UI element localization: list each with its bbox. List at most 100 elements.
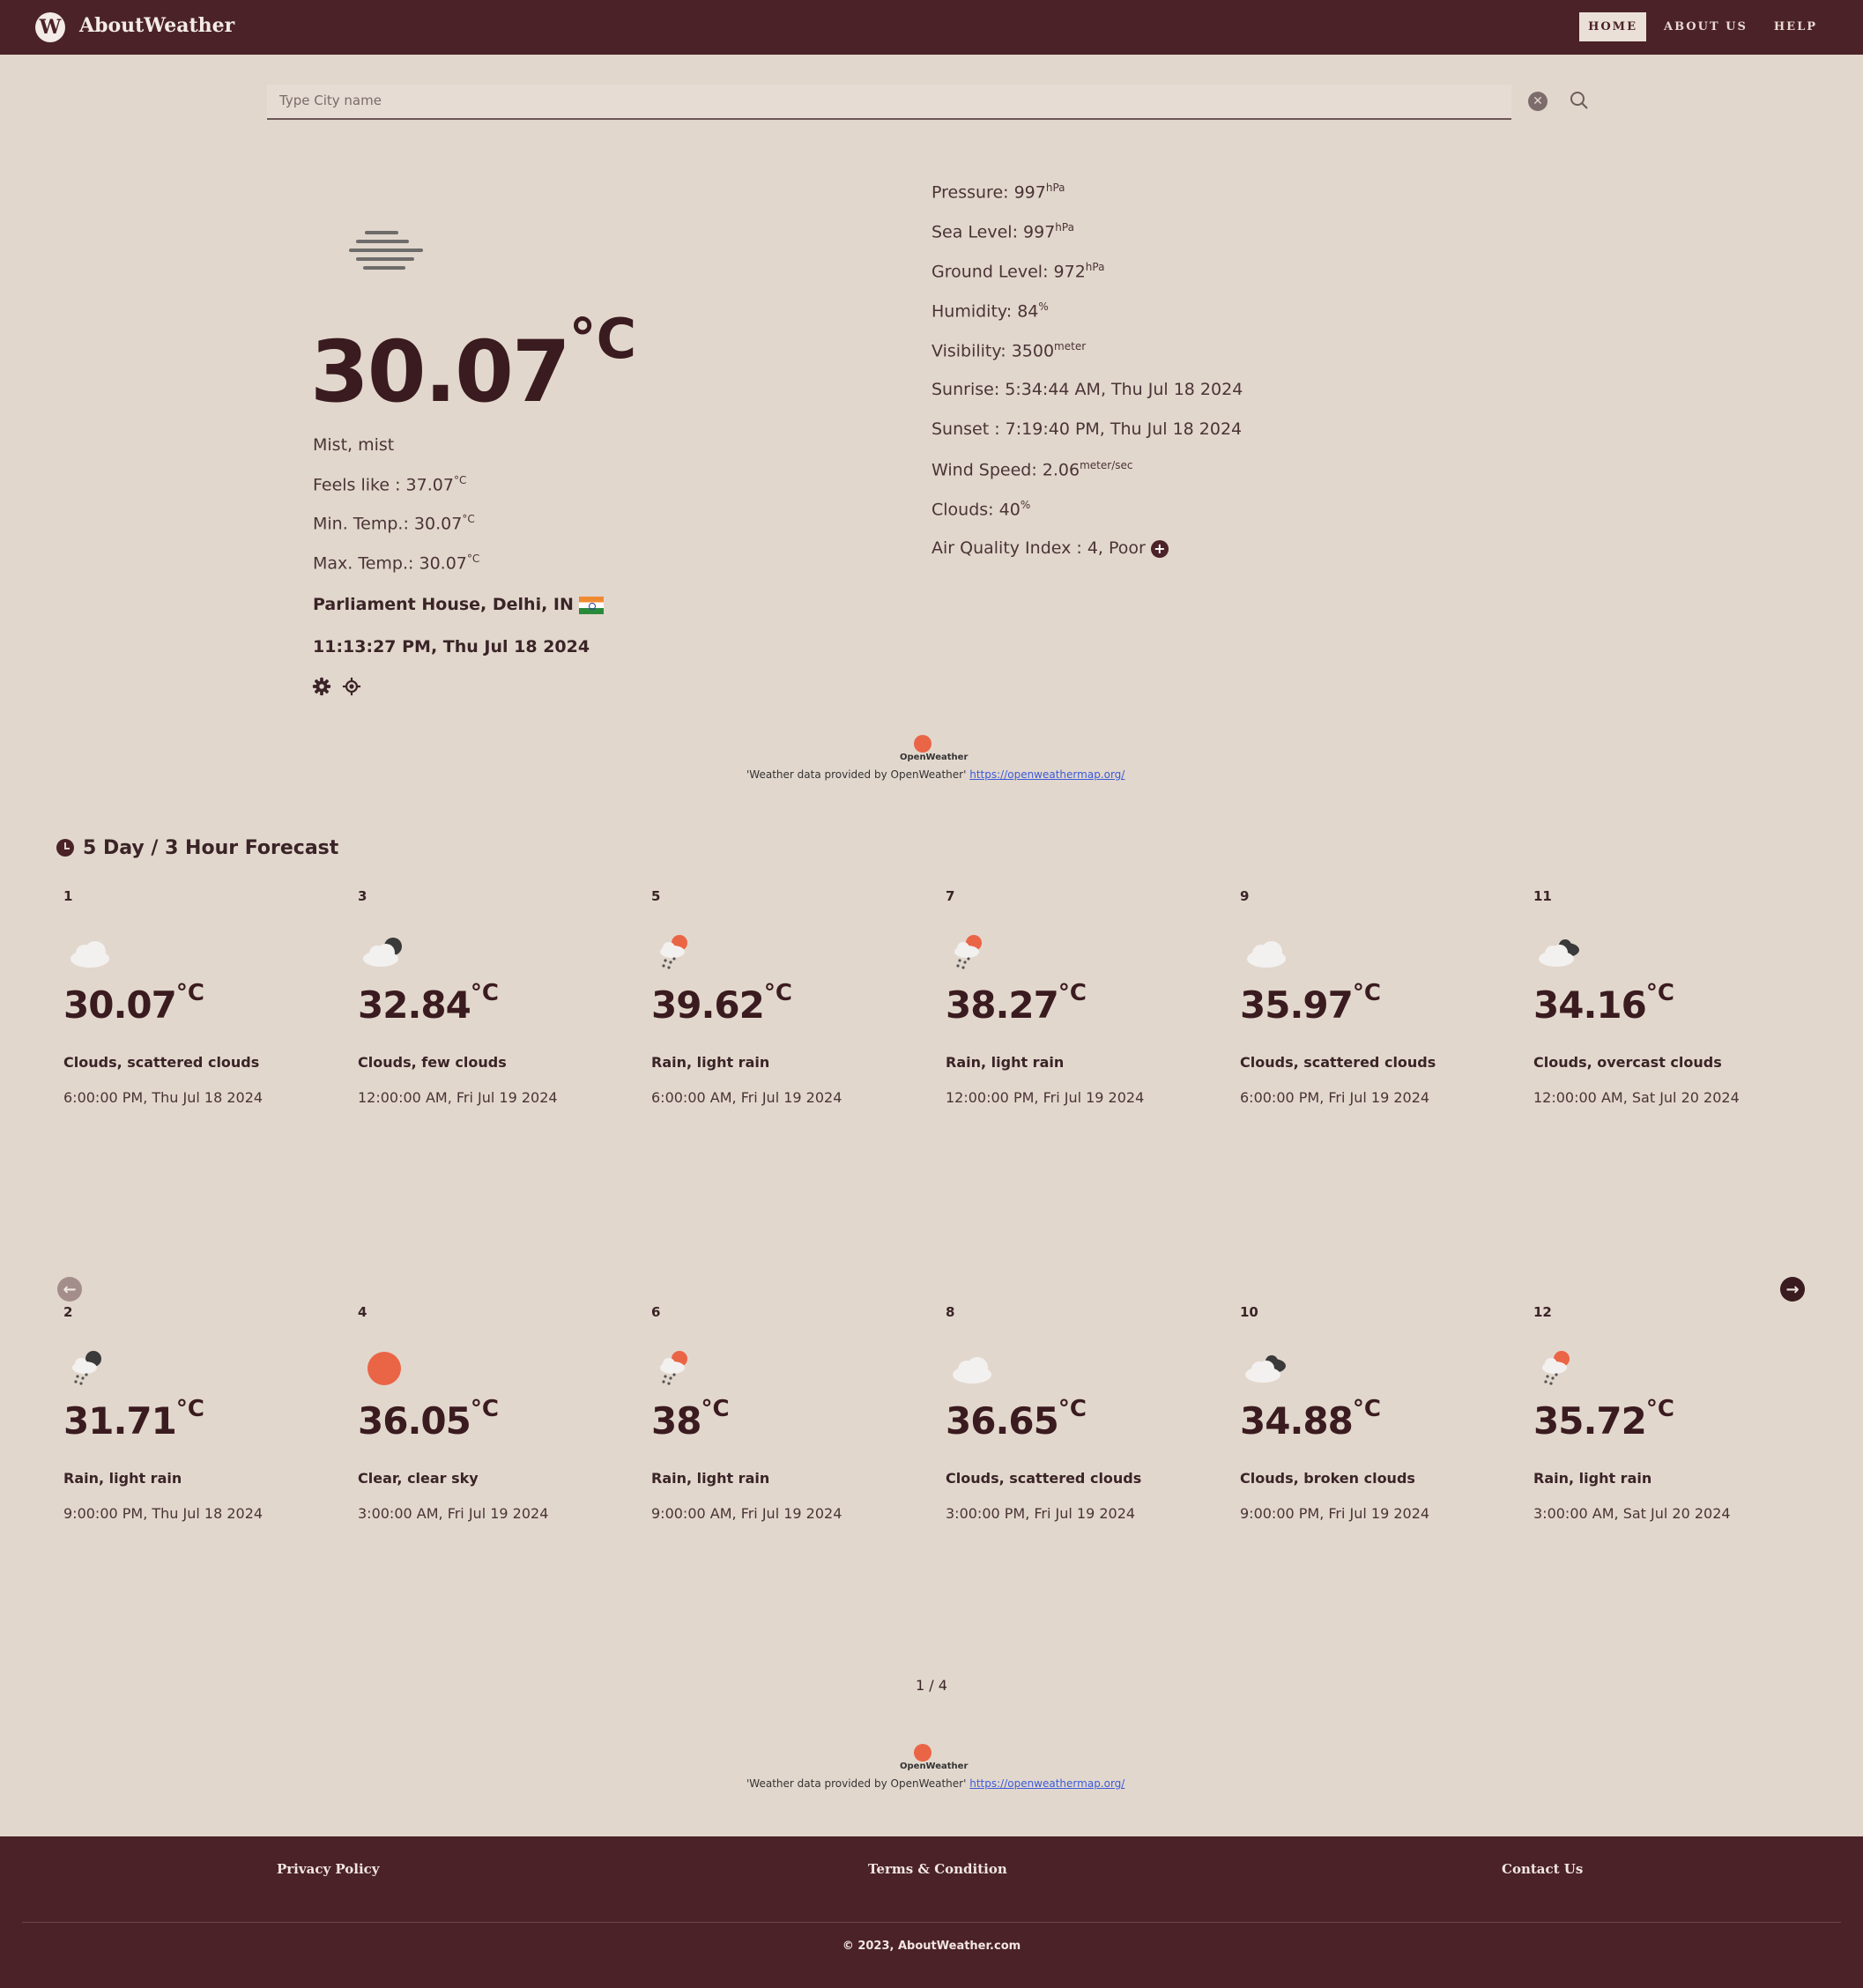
terms-link[interactable]: Terms & Condition (868, 1861, 1007, 1877)
forecast-description: Clouds, broken clouds (1240, 1470, 1415, 1487)
openweather-attribution: OpenWeather 'Weather data provided by Op… (746, 735, 1124, 781)
forecast-description: Rain, light rain (651, 1470, 770, 1487)
forecast-index: 11 (1533, 888, 1552, 904)
clock-icon (56, 839, 74, 857)
forecast-time: 6:00:00 PM, Thu Jul 18 2024 (63, 1089, 263, 1106)
forecast-description: Clear, clear sky (358, 1470, 479, 1487)
forecast-index: 9 (1240, 888, 1250, 904)
forecast-index: 6 (651, 1304, 661, 1320)
forecast-card: 1 30.07°C Clouds, scattered clouds 6:00:00 … (56, 888, 338, 1117)
site-title[interactable]: AboutWeather (79, 14, 234, 37)
forecast-time: 12:00:00 PM, Fri Jul 19 2024 (946, 1089, 1145, 1106)
forecast-temperature: 30.07°C (63, 980, 204, 1027)
forecast-description: Clouds, few clouds (358, 1054, 507, 1071)
forecast-card: 10 34.88°C Clouds, broken clouds 9:00:00 PM… (1233, 1304, 1515, 1533)
nav-help[interactable]: HELP (1765, 12, 1826, 41)
city-search-input[interactable] (267, 85, 1522, 116)
location: Parliament House, Delhi, IN (313, 595, 604, 614)
openweather-link[interactable]: https://openweathermap.org/ (969, 768, 1124, 781)
forecast-temperature: 38.27°C (946, 980, 1087, 1027)
forecast-card: 9 35.97°C Clouds, scattered clouds 6:00:00 … (1233, 888, 1515, 1117)
sunrise: Sunrise: 5:34:44 AM, Thu Jul 18 2024 (932, 380, 1243, 399)
forecast-index: 5 (651, 888, 661, 904)
forecast-card: 4 36.05°C Clear, clear sky 3:00:00 AM, Fri … (351, 1304, 633, 1533)
current-temperature: 30.07°C (310, 307, 637, 421)
forecast-temperature: 32.84°C (358, 980, 499, 1027)
mist-icon (349, 231, 423, 270)
search-bar (267, 85, 1522, 120)
forecast-card: 7 38.27°C Rain, light rain 12:00:00 PM, Fri… (939, 888, 1221, 1117)
forecast-card: 12 35.72°C Rain, light rain 3:00:00 AM, Sat… (1526, 1304, 1808, 1533)
footer-divider (22, 1922, 1841, 1923)
forecast-time: 6:00:00 AM, Fri Jul 19 2024 (651, 1089, 842, 1106)
max-temp: Max. Temp.: 30.07°C (313, 553, 480, 574)
aqi-expand-icon[interactable]: + (1150, 539, 1169, 558)
openweather-logo-icon: OpenWeather (900, 735, 968, 765)
forecast-card: 5 39.62°C Rain, light rain 6:00:00 AM, Fri … (644, 888, 926, 1117)
next-page-arrow-icon[interactable]: → (1780, 1277, 1805, 1302)
settings-gear-icon[interactable] (312, 677, 331, 696)
forecast-index: 3 (358, 888, 367, 904)
forecast-index: 1 (63, 888, 73, 904)
forecast-index: 8 (946, 1304, 955, 1320)
weather-description: Mist, mist (313, 435, 395, 455)
humidity: Humidity: 84% (932, 300, 1049, 322)
forecast-time: 3:00:00 AM, Fri Jul 19 2024 (358, 1505, 549, 1522)
prev-page-arrow-icon[interactable]: ← (57, 1277, 82, 1302)
rain-sun-icon (651, 931, 704, 975)
forecast-card: 3 32.84°C Clouds, few clouds 12:00:00 AM, F… (351, 888, 633, 1117)
forecast-card: 8 36.65°C Clouds, scattered clouds 3:00:00 … (939, 1304, 1221, 1533)
rain-sun-icon (1533, 1346, 1586, 1391)
forecast-time: 12:00:00 AM, Sat Jul 20 2024 (1533, 1089, 1740, 1106)
wordpress-logo-icon[interactable]: W (35, 12, 65, 42)
forecast-temperature: 34.88°C (1240, 1396, 1381, 1443)
forecast-index: 10 (1240, 1304, 1258, 1320)
forecast-index: 4 (358, 1304, 367, 1320)
nav-home[interactable]: HOME (1579, 12, 1646, 41)
openweather-link[interactable]: https://openweathermap.org/ (969, 1777, 1124, 1790)
forecast-index: 7 (946, 888, 955, 904)
copyright: © 2023, AboutWeather.com (842, 1940, 1021, 1953)
rain-sun-icon (946, 931, 998, 975)
forecast-description: Clouds, scattered clouds (63, 1054, 260, 1071)
cloud-icon (63, 931, 116, 975)
contact-us-link[interactable]: Contact Us (1502, 1861, 1583, 1877)
main-nav: HOME ABOUT US HELP (1579, 12, 1826, 41)
forecast-time: 3:00:00 AM, Sat Jul 20 2024 (1533, 1505, 1731, 1522)
current-datetime: 11:13:27 PM, Thu Jul 18 2024 (313, 637, 590, 656)
forecast-index: 12 (1533, 1304, 1552, 1320)
forecast-index: 2 (63, 1304, 73, 1320)
forecast-time: 3:00:00 PM, Fri Jul 19 2024 (946, 1505, 1136, 1522)
forecast-description: Rain, light rain (946, 1054, 1065, 1071)
top-navbar: W AboutWeather HOME ABOUT US HELP (0, 0, 1863, 55)
openweather-attribution-bottom: OpenWeather 'Weather data provided by Op… (746, 1744, 1124, 1790)
cloud-icon (1240, 931, 1293, 975)
cloud-icon (946, 1346, 998, 1391)
openweather-logo-icon: OpenWeather (900, 1744, 968, 1774)
forecast-heading: 5 Day / 3 Hour Forecast (56, 837, 338, 859)
forecast-card: 11 34.16°C Clouds, overcast clouds 12:00:00… (1526, 888, 1808, 1117)
forecast-time: 9:00:00 PM, Thu Jul 18 2024 (63, 1505, 263, 1522)
forecast-temperature: 35.97°C (1240, 980, 1381, 1027)
footer: Privacy Policy Terms & Condition Contact… (0, 1836, 1863, 1988)
clear-search-icon[interactable]: ✕ (1528, 92, 1548, 111)
privacy-policy-link[interactable]: Privacy Policy (277, 1861, 380, 1877)
min-temp: Min. Temp.: 30.07°C (313, 513, 475, 534)
forecast-temperature: 38°C (651, 1396, 730, 1443)
forecast-temperature: 39.62°C (651, 980, 792, 1027)
wind-speed: Wind Speed: 2.06meter/sec (932, 459, 1133, 480)
forecast-card: 2 31.71°C Rain, light rain 9:00:00 PM, Thu … (56, 1304, 338, 1533)
nav-about-us[interactable]: ABOUT US (1655, 12, 1756, 41)
air-quality-index: Air Quality Index : 4, Poor + (932, 538, 1169, 558)
ground-level: Ground Level: 972hPa (932, 261, 1105, 282)
forecast-description: Clouds, overcast clouds (1533, 1054, 1722, 1071)
forecast-temperature: 34.16°C (1533, 980, 1674, 1027)
clouds: Clouds: 40% (932, 499, 1031, 520)
page-indicator: 1 / 4 (916, 1677, 947, 1694)
sun-icon (358, 1346, 411, 1391)
rain-sun-icon (651, 1346, 704, 1391)
india-flag-icon (578, 596, 604, 614)
forecast-description: Rain, light rain (651, 1054, 770, 1071)
locate-me-icon[interactable] (342, 677, 361, 696)
search-icon[interactable] (1569, 90, 1590, 111)
